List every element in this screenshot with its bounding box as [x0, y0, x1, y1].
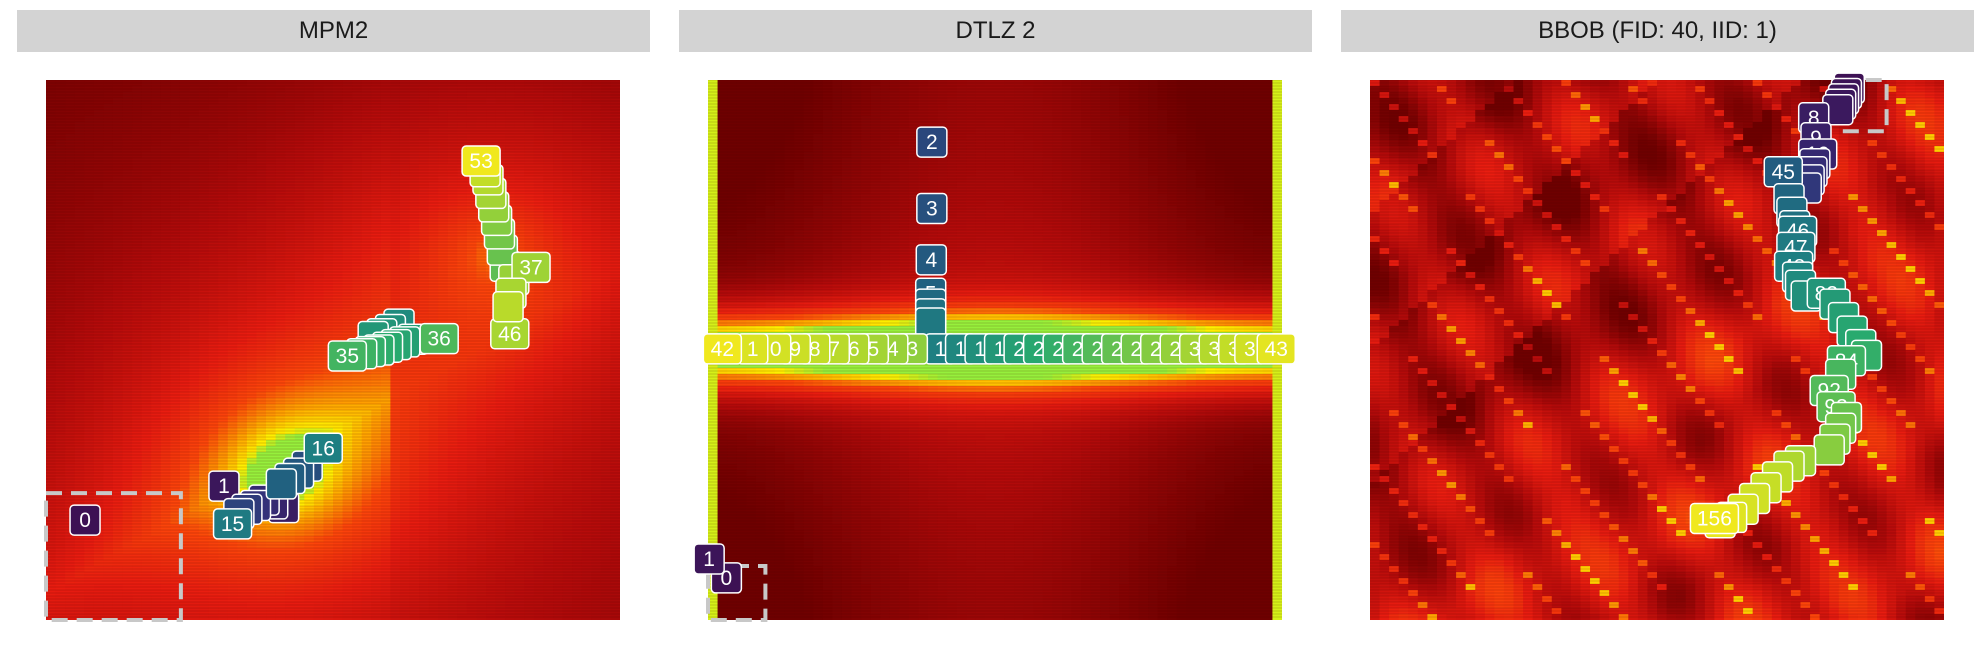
heatmap-plot-mpm2: 012151633536374653	[44, 80, 620, 623]
panel-mpm2: MPM2 012151633536374653	[17, 10, 650, 630]
figure: MPM2 012151633536374653 DTLZ 2 012345111…	[0, 0, 1984, 664]
